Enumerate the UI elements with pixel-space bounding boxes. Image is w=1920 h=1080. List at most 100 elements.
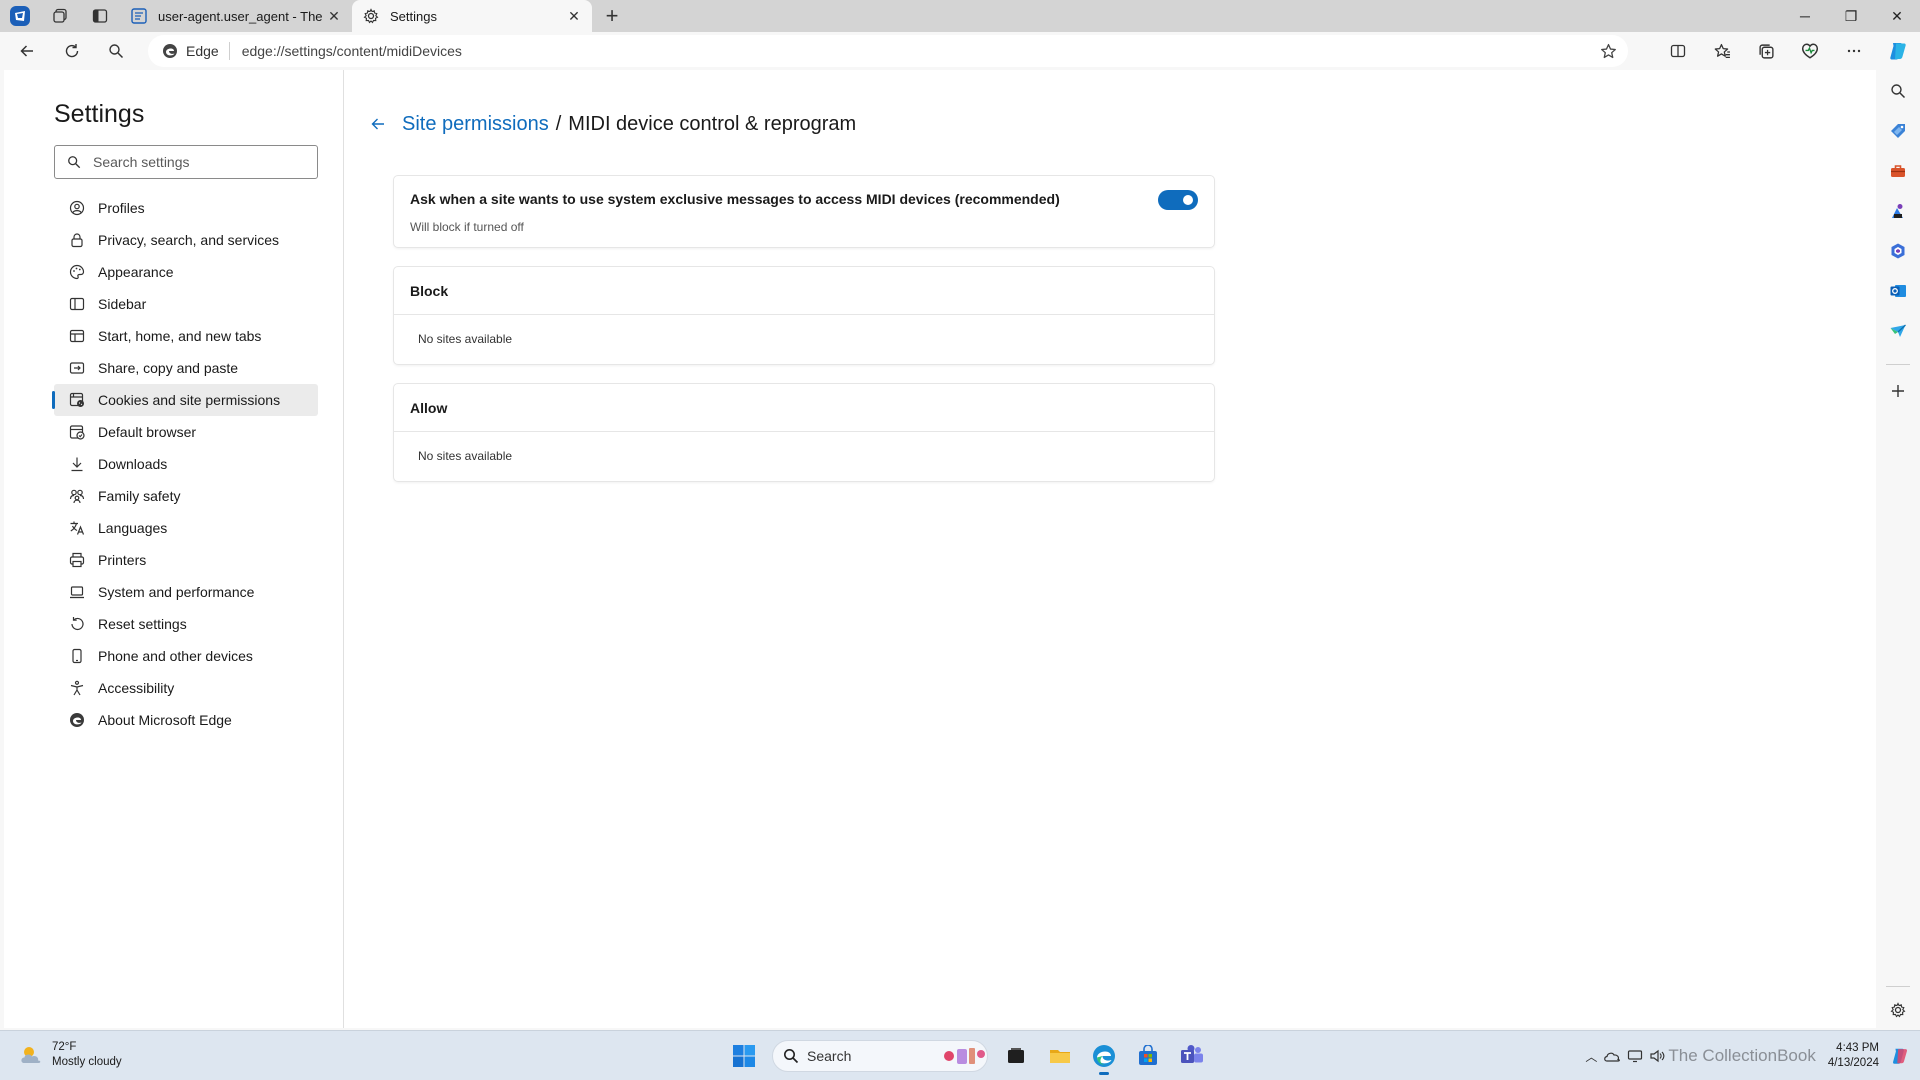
- nav-label: Cookies and site permissions: [98, 392, 281, 408]
- back-arrow-icon: [20, 45, 33, 57]
- sidebar-tools-button[interactable]: [1885, 158, 1911, 184]
- search-icon: [68, 156, 81, 169]
- tab-settings[interactable]: Settings ✕: [352, 0, 592, 32]
- close-tab-icon[interactable]: ✕: [324, 6, 344, 26]
- nav-label: System and performance: [98, 584, 255, 600]
- sidebar-drop-button[interactable]: [1885, 318, 1911, 344]
- search-icon: [109, 44, 124, 59]
- address-bar[interactable]: Edge edge://settings/content/midiDevices: [148, 35, 1628, 67]
- nav-item-family-safety[interactable]: Family safety: [54, 480, 318, 512]
- nav-item-reset[interactable]: Reset settings: [54, 608, 318, 640]
- nav-item-start-home[interactable]: Start, home, and new tabs: [54, 320, 318, 352]
- browser-toolbar: Edge edge://settings/content/midiDevices: [0, 32, 1920, 70]
- edge-logo-icon: [68, 711, 86, 729]
- sidebar-microsoft365-button[interactable]: [1885, 238, 1911, 264]
- nav-label: About Microsoft Edge: [98, 712, 232, 728]
- sidebar-divider: [1886, 364, 1910, 365]
- sidebar-shopping-button[interactable]: [1885, 118, 1911, 144]
- task-view-button[interactable]: [996, 1036, 1036, 1076]
- search-icon: [784, 1049, 799, 1064]
- start-button[interactable]: [724, 1036, 764, 1076]
- network-button[interactable]: [1627, 1041, 1643, 1071]
- nav-item-accessibility[interactable]: Accessibility: [54, 672, 318, 704]
- profile-button[interactable]: [0, 0, 40, 32]
- nav-item-share[interactable]: Share, copy and paste: [54, 352, 318, 384]
- url-text[interactable]: edge://settings/content/midiDevices: [230, 43, 1588, 59]
- sidebar-games-button[interactable]: [1885, 198, 1911, 224]
- store-icon: [1139, 1045, 1157, 1065]
- taskbar-clock[interactable]: 4:43 PM 4/13/2024: [1828, 1041, 1879, 1071]
- search-button[interactable]: [94, 33, 138, 69]
- printer-icon: [68, 551, 86, 569]
- nav-item-about[interactable]: About Microsoft Edge: [54, 704, 318, 736]
- family-icon: [68, 487, 86, 505]
- ask-toggle[interactable]: [1158, 190, 1198, 210]
- volume-button[interactable]: [1649, 1041, 1665, 1071]
- site-identity[interactable]: Edge: [148, 42, 230, 60]
- watermark-text: The CollectionBook: [1668, 1046, 1816, 1065]
- back-button[interactable]: [364, 110, 392, 138]
- edge-taskbar-button[interactable]: [1084, 1036, 1124, 1076]
- more-icon: [1847, 49, 1861, 53]
- close-tab-icon[interactable]: ✕: [564, 6, 584, 26]
- onedrive-button[interactable]: [1603, 1041, 1621, 1071]
- workspaces-button[interactable]: [40, 0, 80, 32]
- games-icon: [1892, 204, 1903, 218]
- vertical-tabs-button[interactable]: [80, 0, 120, 32]
- home-icon: [68, 327, 86, 345]
- weather-temp: 72°F: [52, 1041, 77, 1053]
- sidebar-outlook-button[interactable]: [1885, 278, 1911, 304]
- new-tab-button[interactable]: +: [592, 0, 632, 32]
- search-settings-input[interactable]: [93, 154, 293, 170]
- split-screen-button[interactable]: [1656, 33, 1700, 69]
- nav-item-default-browser[interactable]: Default browser: [54, 416, 318, 448]
- more-button[interactable]: [1832, 33, 1876, 69]
- back-button[interactable]: [5, 33, 49, 69]
- settings-gear-icon: [1890, 1002, 1906, 1018]
- content-area: Settings Profiles Privacy, search, and s…: [0, 70, 1876, 1030]
- show-hidden-icons-button[interactable]: ︿: [1585, 1041, 1597, 1071]
- weather-widget[interactable]: 72°F Mostly cloudy: [18, 1040, 122, 1070]
- nav-item-privacy[interactable]: Privacy, search, and services: [54, 224, 318, 256]
- nav-item-printers[interactable]: Printers: [54, 544, 318, 576]
- nav-item-appearance[interactable]: Appearance: [54, 256, 318, 288]
- cloudy-weather-icon: [21, 1047, 41, 1063]
- collections-button[interactable]: [1744, 33, 1788, 69]
- taskbar-search[interactable]: Search: [772, 1040, 988, 1072]
- sidebar-settings-button[interactable]: [1885, 997, 1911, 1023]
- favorite-button[interactable]: [1588, 43, 1628, 60]
- ask-setting-card: Ask when a site wants to use system excl…: [394, 176, 1214, 247]
- nav-item-downloads[interactable]: Downloads: [54, 448, 318, 480]
- browser-essentials-button[interactable]: [1788, 33, 1832, 69]
- drop-icon: [1890, 324, 1906, 337]
- teams-button[interactable]: [1172, 1036, 1212, 1076]
- restore-button[interactable]: ❐: [1828, 0, 1874, 32]
- refresh-button[interactable]: [50, 33, 94, 69]
- copilot-button[interactable]: [1876, 33, 1920, 69]
- nav-item-cookies[interactable]: Cookies and site permissions: [52, 384, 318, 416]
- nav-item-languages[interactable]: Languages: [54, 512, 318, 544]
- close-window-button[interactable]: ✕: [1874, 0, 1920, 32]
- file-explorer-button[interactable]: [1040, 1036, 1080, 1076]
- outlook-icon: [1890, 285, 1906, 297]
- breadcrumb-site-permissions-link[interactable]: Site permissions: [402, 113, 549, 136]
- tab-title: Settings: [390, 8, 437, 24]
- minimize-button[interactable]: ─: [1782, 0, 1828, 32]
- sidebar-add-button[interactable]: [1885, 378, 1911, 404]
- nav-item-phone[interactable]: Phone and other devices: [54, 640, 318, 672]
- tab-user-agent[interactable]: user-agent.user_agent - The Coll ✕: [120, 0, 352, 32]
- nav-label: Profiles: [98, 200, 145, 216]
- favorites-button[interactable]: [1700, 33, 1744, 69]
- microsoft-store-button[interactable]: [1128, 1036, 1168, 1076]
- add-icon: [1892, 385, 1904, 397]
- search-settings-box[interactable]: [54, 145, 318, 179]
- accessibility-icon: [68, 679, 86, 697]
- toolbar-right: [1656, 32, 1920, 70]
- page-title: MIDI device control & reprogram: [568, 112, 857, 135]
- nav-item-system[interactable]: System and performance: [54, 576, 318, 608]
- sidebar-icon: [68, 295, 86, 313]
- notifications-button[interactable]: [1890, 1041, 1910, 1071]
- nav-item-sidebar[interactable]: Sidebar: [54, 288, 318, 320]
- sidebar-search-button[interactable]: [1885, 78, 1911, 104]
- nav-item-profiles[interactable]: Profiles: [54, 192, 318, 224]
